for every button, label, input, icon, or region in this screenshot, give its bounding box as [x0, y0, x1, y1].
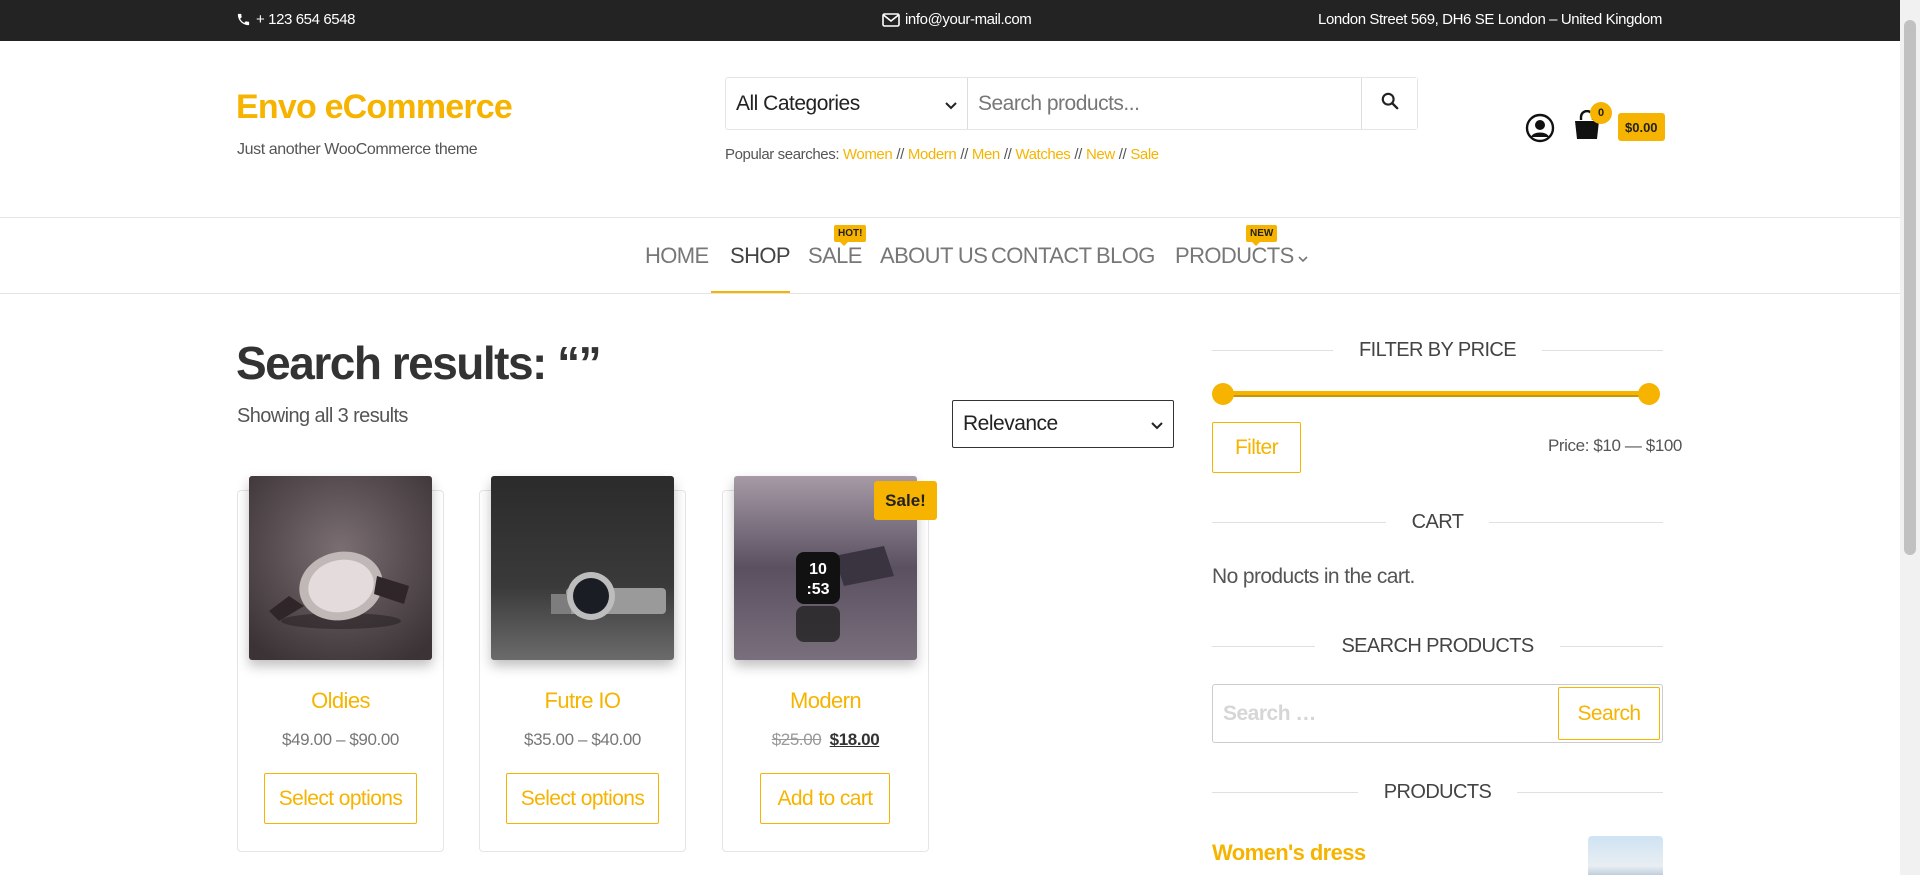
page-title: Search results: “”: [236, 337, 602, 389]
search-products-title: SEARCH PRODUCTS: [1212, 631, 1664, 661]
popular-link-sale[interactable]: Sale: [1130, 146, 1159, 163]
category-select-value: All Categories: [736, 91, 860, 115]
cart-empty-message: No products in the cart.: [1212, 565, 1415, 588]
category-select[interactable]: All Categories: [726, 78, 968, 129]
product-price-modern: $25.00 $18.00: [722, 730, 929, 750]
products-widget-title-text: PRODUCTS: [1383, 780, 1492, 803]
popular-link-men[interactable]: Men: [972, 146, 1000, 163]
price-slider-track[interactable]: [1223, 391, 1650, 397]
price-slider-max-handle[interactable]: [1638, 383, 1660, 405]
site-title[interactable]: Envo eCommerce: [236, 88, 513, 127]
cart-widget-title-text: CART: [1411, 510, 1464, 533]
widget-product-title[interactable]: Women's dress: [1212, 840, 1366, 866]
cart-widget-title: CART: [1212, 507, 1663, 537]
product-name-futre-io[interactable]: Futre IO: [479, 688, 686, 714]
product-image-futre-io[interactable]: [491, 476, 674, 660]
select-options-button-oldies[interactable]: Select options: [264, 773, 417, 824]
nav-item-contact[interactable]: CONTACT: [991, 218, 1092, 294]
product-sale-price-modern: $18.00: [829, 730, 880, 749]
account-icon[interactable]: [1525, 113, 1555, 148]
scrollbar-thumb[interactable]: [1904, 20, 1916, 555]
nav-item-about-us[interactable]: ABOUT US: [880, 218, 988, 294]
search-icon: [1381, 92, 1399, 115]
product-old-price-modern: $25.00: [771, 730, 822, 749]
popular-link-women[interactable]: Women: [843, 146, 893, 163]
popular-link-watches[interactable]: Watches: [1015, 146, 1070, 163]
popular-link-modern[interactable]: Modern: [908, 146, 957, 163]
products-widget-title: PRODUCTS: [1212, 777, 1663, 807]
price-range-label: Price: $10 — $100: [1547, 436, 1682, 455]
filter-button[interactable]: Filter: [1212, 422, 1301, 473]
product-name-modern[interactable]: Modern: [722, 688, 929, 714]
nav-item-blog[interactable]: BLOG: [1096, 218, 1155, 294]
product-name-oldies[interactable]: Oldies: [237, 688, 444, 714]
add-to-cart-button-modern[interactable]: Add to cart: [760, 773, 890, 824]
search-products-title-text: SEARCH PRODUCTS: [1341, 634, 1534, 657]
search-input[interactable]: [968, 78, 1361, 129]
nav-item-shop[interactable]: SHOP: [730, 218, 791, 294]
chevron-down-icon: [1151, 412, 1163, 436]
nav-item-products-label: PRODUCTS: [1175, 243, 1294, 268]
nav-badge-hot: HOT!: [834, 225, 867, 246]
popular-link-new[interactable]: New: [1086, 146, 1115, 163]
product-search-form: All Categories: [725, 77, 1418, 130]
sidebar-search-button[interactable]: Search: [1558, 687, 1660, 740]
top-bar: + 123 654 6548 info@your-mail.com London…: [0, 0, 1900, 41]
phone-icon: [236, 12, 251, 27]
page-scrollbar[interactable]: [1900, 0, 1920, 875]
price-slider-min-handle[interactable]: [1212, 383, 1234, 405]
nav-item-home[interactable]: HOME: [645, 218, 709, 294]
phone-number[interactable]: + 123 654 6548: [256, 11, 355, 28]
nav-badge-new: NEW: [1246, 225, 1278, 246]
nav-item-products[interactable]: PRODUCTS: [1175, 218, 1308, 294]
email-address[interactable]: info@your-mail.com: [905, 11, 1032, 28]
svg-text::53: :53: [806, 581, 829, 598]
popular-searches: Popular searches: Women//Modern//Men//Wa…: [725, 146, 1159, 163]
popular-searches-label: Popular searches:: [725, 146, 840, 163]
product-price-futre-io: $35.00 – $40.00: [524, 730, 641, 749]
filter-by-price-title: FILTER BY PRICE: [1212, 335, 1663, 365]
sale-badge: Sale!: [874, 481, 937, 520]
results-count: Showing all 3 results: [237, 405, 408, 427]
svg-text:10: 10: [809, 561, 827, 578]
chevron-down-icon: [945, 92, 957, 116]
site-tagline: Just another WooCommerce theme: [237, 141, 478, 158]
cart-total[interactable]: $0.00: [1618, 113, 1665, 141]
select-options-button-futre-io[interactable]: Select options: [506, 773, 659, 824]
widget-product-image[interactable]: [1588, 836, 1663, 875]
filter-by-price-title-text: FILTER BY PRICE: [1359, 338, 1517, 361]
orderby-value: Relevance: [963, 412, 1058, 435]
product-image-oldies[interactable]: [249, 476, 432, 660]
topbar-email: info@your-mail.com: [882, 11, 1032, 28]
sidebar-search-form: Search: [1212, 684, 1663, 743]
topbar-address: London Street 569, DH6 SE London – Unite…: [1318, 11, 1662, 28]
topbar-phone: + 123 654 6548: [236, 11, 355, 28]
search-button[interactable]: [1361, 78, 1417, 129]
orderby-select[interactable]: Relevance: [952, 400, 1174, 448]
chevron-down-icon: [1298, 243, 1308, 269]
envelope-icon: [882, 12, 900, 27]
product-price-oldies: $49.00 – $90.00: [282, 730, 399, 749]
cart-count-badge: 0: [1590, 102, 1612, 124]
sidebar-search-input[interactable]: [1213, 685, 1558, 742]
nav-active-indicator: [711, 291, 790, 293]
